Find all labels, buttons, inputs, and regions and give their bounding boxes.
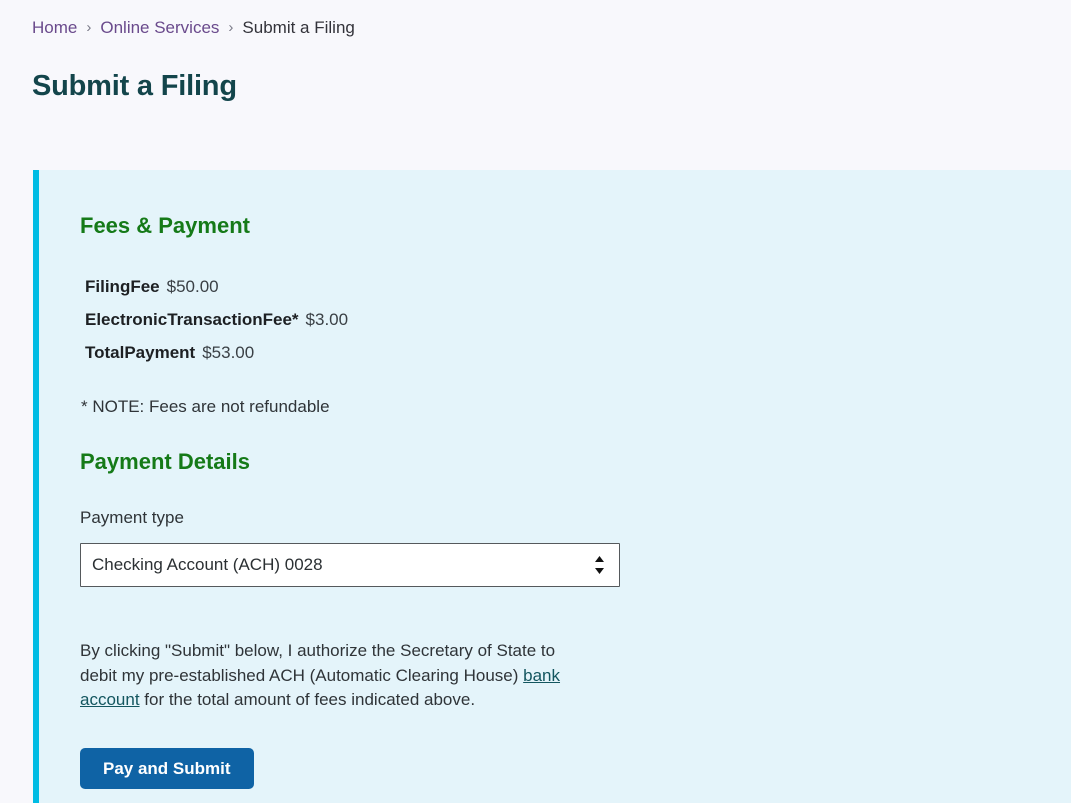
authorization-text: By clicking "Submit" below, I authorize … (80, 639, 588, 713)
payment-type-label: Payment type (80, 508, 184, 527)
fees-note: * NOTE: Fees are not refundable (81, 397, 330, 416)
fees-payment-heading: Fees & Payment (80, 213, 250, 238)
page-title: Submit a Filing (32, 70, 237, 102)
fee-row: TotalPayment $53.00 (80, 336, 1071, 369)
breadcrumb: Home › Online Services › Submit a Filing (32, 17, 355, 39)
fees-payment-panel: Fees & Payment FilingFee $50.00 Electroni… (33, 170, 1071, 803)
fee-value: $53.00 (202, 343, 255, 362)
breadcrumb-separator-icon: › (228, 19, 234, 36)
payment-details-heading: Payment Details (80, 449, 250, 474)
breadcrumb-item-online-services[interactable]: Online Services (100, 17, 219, 39)
payment-type-select[interactable]: Checking Account (ACH) 0028 (80, 543, 620, 587)
breadcrumb-separator-icon: › (86, 19, 92, 36)
fee-list: FilingFee $50.00 ElectronicTransactionFee… (80, 270, 1071, 369)
fee-label: ElectronicTransactionFee* (85, 310, 299, 329)
fee-value: $3.00 (305, 310, 349, 329)
pay-and-submit-button[interactable]: Pay and Submit (80, 747, 254, 789)
fee-label: TotalPayment (85, 343, 196, 362)
fee-label: FilingFee (85, 277, 160, 296)
payment-type-selected-value: Checking Account (ACH) 0028 (92, 555, 323, 574)
fee-row: FilingFee $50.00 (80, 270, 1071, 303)
fee-value: $50.00 (166, 277, 219, 296)
payment-type-select-wrapper: Checking Account (ACH) 0028 (80, 543, 620, 587)
authorization-text-before: By clicking "Submit" below, I authorize … (80, 641, 556, 685)
authorization-text-after: for the total amount of fees indicated a… (139, 690, 476, 709)
breadcrumb-item-home[interactable]: Home (32, 17, 77, 39)
fee-row: ElectronicTransactionFee* $3.00 (80, 303, 1071, 336)
breadcrumb-item-current: Submit a Filing (242, 18, 355, 37)
